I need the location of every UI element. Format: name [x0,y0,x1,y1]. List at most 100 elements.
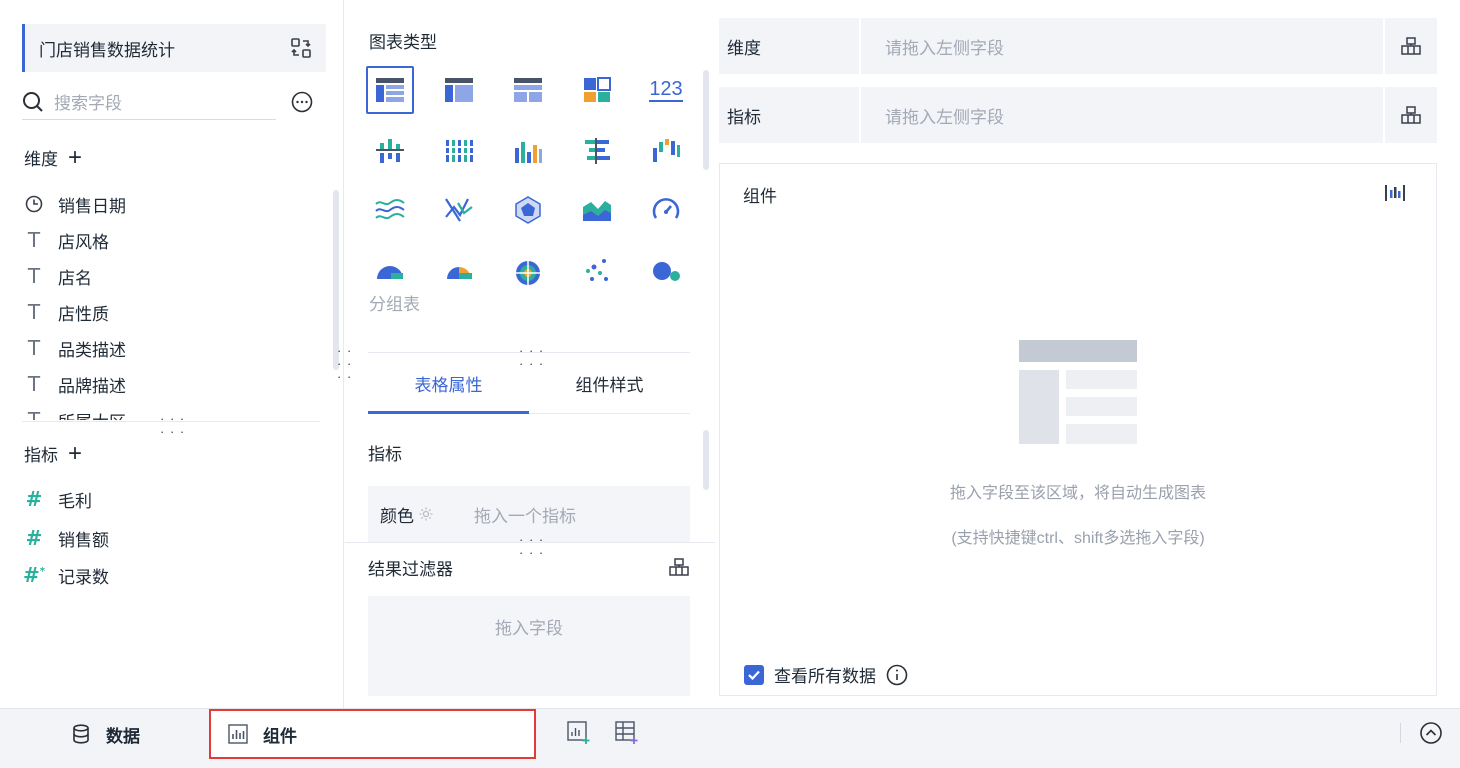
info-icon[interactable] [886,664,908,686]
filter-drop-zone[interactable]: 拖入字段 [368,596,690,696]
chart-types-title: 图表类型 [369,33,437,52]
empty-sub-hint: (支持快捷键ctrl、shift多选拖入字段) [951,530,1205,547]
tab-data-label: 数据 [106,726,140,746]
empty-table-illustration [1019,340,1137,444]
chart-type-pie[interactable] [366,246,414,294]
chart-type-scatter[interactable] [573,246,621,294]
add-measure-button[interactable]: + [68,441,82,466]
record-count-icon: # * [23,563,45,587]
list-item[interactable]: T 店性质 [24,294,109,330]
dataset-selector[interactable]: 门店销售数据统计 [22,24,326,72]
chart-type-group-table[interactable] [366,66,414,114]
measure-hierarchy-button[interactable] [1383,87,1437,143]
list-item[interactable]: # 毛利 [24,481,92,517]
clock-icon [24,194,44,214]
chart-type-multi-line[interactable] [435,186,483,234]
chart-settings-icon[interactable] [1384,182,1406,204]
number-type-icon: # [25,526,43,550]
chart-config-panel: 图表类型 123 分组表 · · · · · · 表格属性 组件样式 指标 颜色… [345,0,715,708]
dimension-slot[interactable]: 维度 请拖入左侧字段 [719,18,1437,74]
tab-data[interactable]: 数据 [70,709,140,759]
measure-section-title: 指标 [368,445,402,464]
add-table-icon[interactable] [614,719,640,745]
filter-title: 结果过滤器 [368,560,453,579]
chart-type-bubble[interactable] [642,246,690,294]
dimensions-title: 维度 [24,150,58,169]
add-component-icon[interactable] [566,719,592,745]
chart-type-waterfall[interactable] [642,127,690,175]
chart-type-bar[interactable] [504,127,552,175]
measure-label: 记录数 [58,567,109,587]
dimension-label: 所属大区 [58,408,126,421]
list-item[interactable]: T 品牌描述 [24,366,126,402]
switch-dataset-icon[interactable] [290,37,312,59]
dimension-slot-placeholder: 请拖入左侧字段 [885,38,1004,58]
list-item[interactable]: # 销售额 [24,520,109,556]
chart-type-crosstab[interactable] [435,66,483,114]
empty-hint: 拖入字段至该区域，将自动生成图表 [949,485,1206,502]
view-all-label: 查看所有数据 [774,667,876,686]
component-canvas[interactable]: 组件 拖入字段至该区域，将自动生成图表 (支持快捷键ctrl、shift多选拖入… [719,163,1437,696]
list-item[interactable]: # * 记录数 [23,557,109,593]
kpi-icon-text: 123 [649,77,683,102]
canvas-title: 组件 [743,187,777,206]
chart-type-grouped-bar[interactable] [366,127,414,175]
text-type-icon: T [27,300,41,324]
tab-component-style[interactable]: 组件样式 [529,353,690,413]
hierarchy-icon[interactable] [668,556,690,578]
chart-component-icon [228,724,248,744]
list-item[interactable]: T 店风格 [24,222,109,258]
field-search[interactable]: 搜索字段 [22,84,276,120]
tab-table-properties[interactable]: 表格属性 [368,353,529,414]
hierarchy-icon [1401,106,1421,124]
search-input[interactable]: 搜索字段 [54,89,122,114]
chart-type-gauge[interactable] [642,186,690,234]
dimension-slot-label: 维度 [719,18,861,74]
chart-type-line[interactable] [366,186,414,234]
gear-icon[interactable] [418,506,434,522]
chart-type-detail-table[interactable] [504,66,552,114]
bottom-tab-bar: 数据 组件 [0,708,1460,768]
list-item[interactable]: T 品类描述 [24,330,126,366]
filter-placeholder: 拖入字段 [495,619,563,638]
divider [1400,723,1401,743]
view-all-checkbox[interactable] [744,664,764,685]
more-options-icon[interactable] [291,91,313,113]
chart-type-area[interactable] [573,186,621,234]
chart-type-scrollbar[interactable] [703,70,709,170]
dataset-name: 门店销售数据统计 [39,40,175,60]
tab-component-label: 组件 [263,726,297,746]
chart-type-dashboard[interactable] [573,66,621,114]
add-dimension-button[interactable]: + [68,145,82,170]
dimension-label: 品牌描述 [58,376,126,396]
tab-component[interactable]: 组件 [209,709,536,759]
chart-type-stacked-bar[interactable] [435,127,483,175]
chart-type-kpi[interactable]: 123 [642,66,690,114]
chart-type-horizontal-bar[interactable] [573,127,621,175]
color-label: 颜色 [380,506,414,526]
text-type-icon: T [27,408,41,420]
dimension-label: 店性质 [58,304,109,324]
chart-type-radar[interactable] [504,186,552,234]
dimension-hierarchy-button[interactable] [1383,18,1437,74]
measure-slot-label: 指标 [719,87,861,143]
measure-label: 毛利 [58,491,92,511]
measures-title: 指标 [24,446,58,465]
chart-type-rose[interactable] [435,246,483,294]
resize-handle[interactable]: · · · · · · [519,533,544,559]
list-item[interactable]: T 所属大区 [24,402,126,420]
chart-type-sunburst[interactable] [504,246,552,294]
list-item[interactable]: T 店名 [24,258,92,294]
property-tabs: 表格属性 组件样式 [368,352,690,414]
property-scrollbar[interactable] [703,430,709,490]
measure-slot[interactable]: 指标 请拖入左侧字段 [719,87,1437,143]
collapse-up-icon[interactable] [1419,721,1443,745]
resize-handle[interactable]: · · · · · · [160,412,185,438]
list-item[interactable]: 销售日期 [24,186,126,222]
measure-label: 销售额 [58,530,109,550]
database-icon [73,724,89,744]
dimension-label: 店名 [58,268,92,288]
text-type-icon: T [27,372,41,396]
view-all-data-toggle[interactable]: 查看所有数据 [744,662,908,687]
text-type-icon: T [27,336,41,360]
